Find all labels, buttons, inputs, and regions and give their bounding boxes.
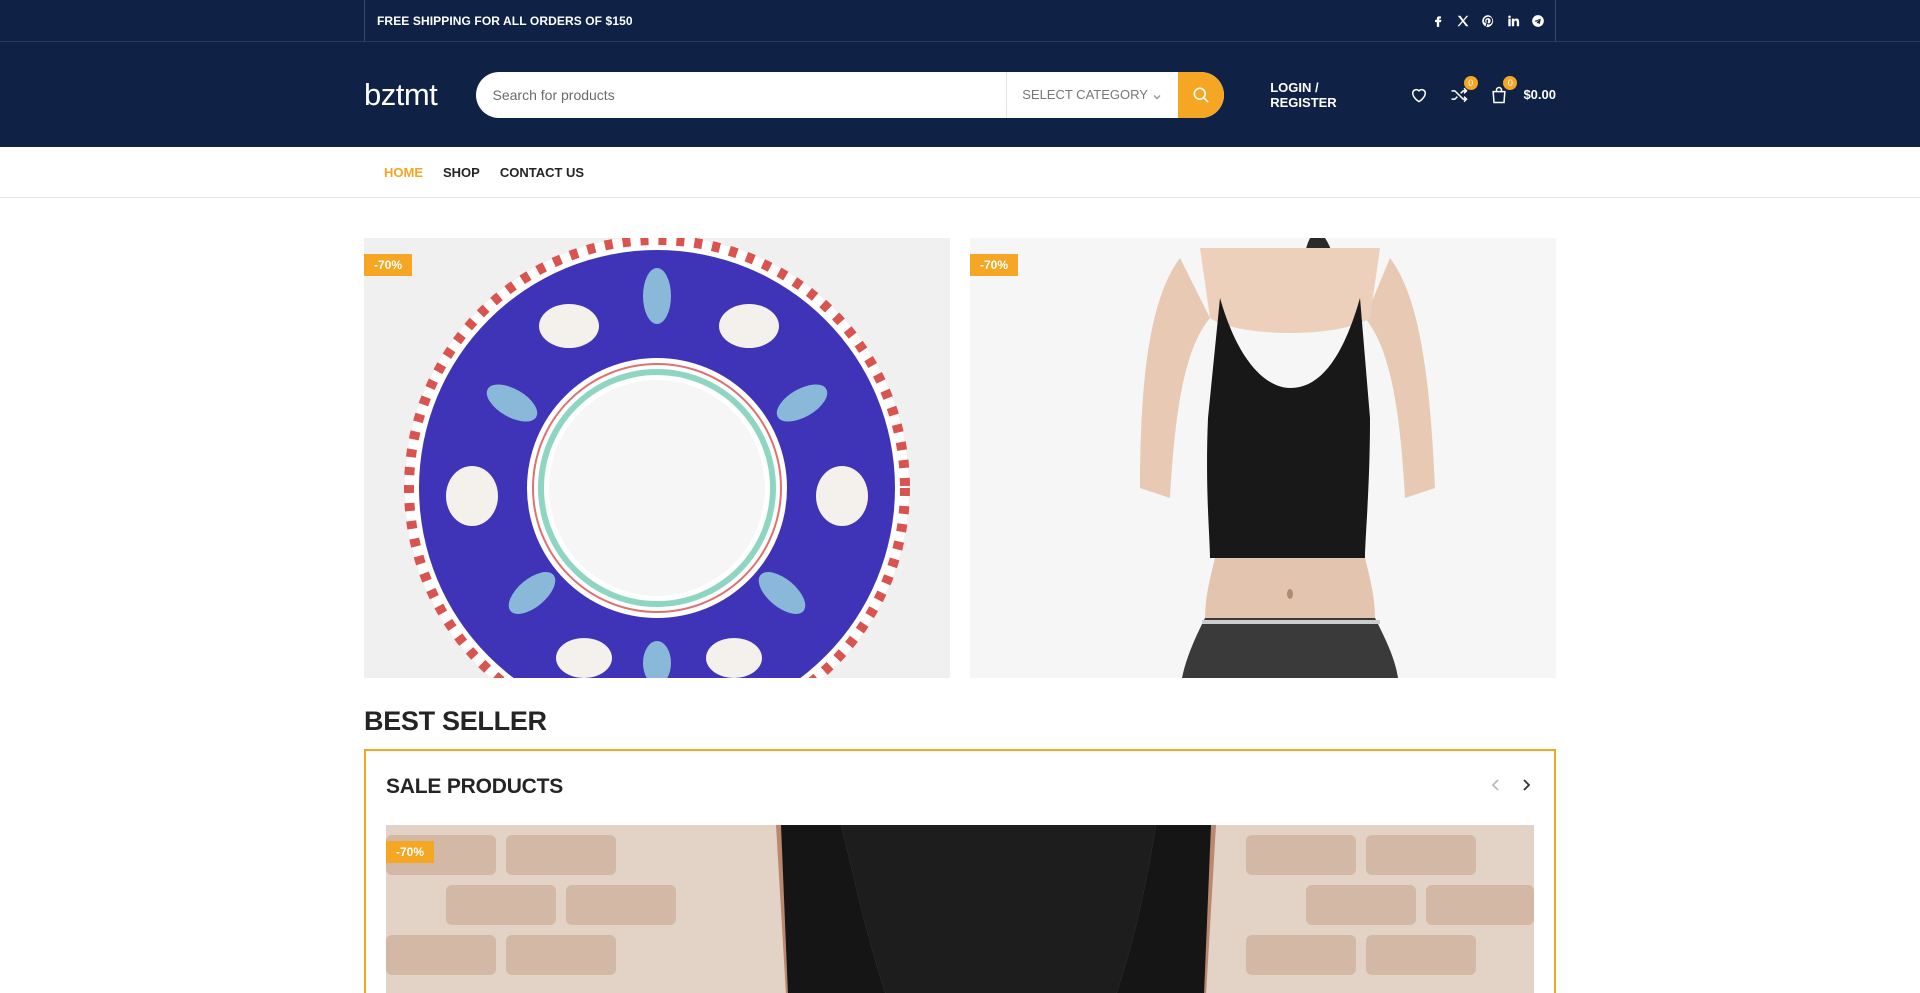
top-bar: FREE SHIPPING FOR ALL ORDERS OF $150 (0, 0, 1920, 42)
linkedin-icon[interactable] (1505, 13, 1520, 28)
category-select[interactable]: SELECT CATEGORY (1006, 71, 1178, 118)
product-photo (386, 825, 1534, 993)
product-card-image[interactable]: -70% (386, 825, 1534, 993)
discount-badge: -70% (970, 254, 1019, 276)
banner-plate[interactable]: -70% (364, 238, 950, 678)
wishlist-button[interactable] (1408, 84, 1430, 106)
chevron-left-icon (1491, 778, 1499, 791)
search-icon (1193, 87, 1209, 103)
search-bar: SELECT CATEGORY (475, 71, 1225, 118)
sale-products-header: SALE PRODUCTS (386, 771, 1534, 803)
nav-item-contact-us[interactable]: CONTACT US (500, 165, 584, 180)
discount-badge: -70% (386, 841, 435, 863)
top-bar-inner: FREE SHIPPING FOR ALL ORDERS OF $150 (364, 0, 1556, 41)
sale-products-box: SALE PRODUCTS -70% (364, 749, 1556, 993)
carousel-next-button[interactable] (1518, 777, 1534, 798)
carousel-arrows (1488, 777, 1534, 798)
pinterest-icon[interactable] (1480, 13, 1495, 28)
sale-products-title: SALE PRODUCTS (386, 775, 564, 798)
free-shipping-promo: FREE SHIPPING FOR ALL ORDERS OF $150 (377, 13, 633, 28)
site-logo[interactable]: bztmt (364, 77, 476, 113)
search-button[interactable] (1178, 71, 1225, 118)
x-icon[interactable] (1455, 13, 1470, 28)
plate-image (364, 238, 950, 678)
main-navigation-inner: HOME SHOP CONTACT US (364, 147, 1556, 197)
category-select-label: SELECT CATEGORY (1022, 87, 1148, 102)
product-banners: -70% -70% (364, 238, 1556, 678)
main-navigation: HOME SHOP CONTACT US (0, 147, 1920, 198)
social-links (1430, 13, 1545, 28)
chevron-right-icon (1523, 778, 1531, 791)
header-actions: LOGIN / REGISTER 0 0 $0.00 (1270, 75, 1556, 110)
compare-button[interactable]: 0 (1448, 75, 1478, 106)
search-input[interactable] (475, 71, 1007, 118)
compare-count-badge: 0 (1463, 75, 1478, 90)
heart-icon (1411, 88, 1426, 103)
best-seller-heading: BEST SELLER (364, 706, 547, 736)
nav-item-shop[interactable]: SHOP (443, 165, 480, 180)
nav-item-home[interactable]: HOME (384, 165, 423, 180)
chevron-down-icon (1152, 90, 1162, 100)
telegram-icon[interactable] (1530, 13, 1545, 28)
discount-badge: -70% (364, 254, 413, 276)
carousel-prev-button[interactable] (1488, 777, 1504, 798)
cart-count-badge: 0 (1503, 75, 1518, 90)
facebook-icon[interactable] (1430, 13, 1445, 28)
main-header-inner: bztmt SELECT CATEGORY LOGIN / REGISTER 0 (364, 42, 1556, 147)
main-header: bztmt SELECT CATEGORY LOGIN / REGISTER 0 (0, 42, 1920, 147)
banner-halter-top[interactable]: -70% (970, 238, 1556, 678)
halter-top-image (970, 238, 1556, 678)
cart-total[interactable]: $0.00 (1523, 87, 1556, 102)
login-register-link[interactable]: LOGIN / REGISTER (1270, 80, 1388, 110)
cart-button[interactable]: 0 (1488, 75, 1518, 106)
